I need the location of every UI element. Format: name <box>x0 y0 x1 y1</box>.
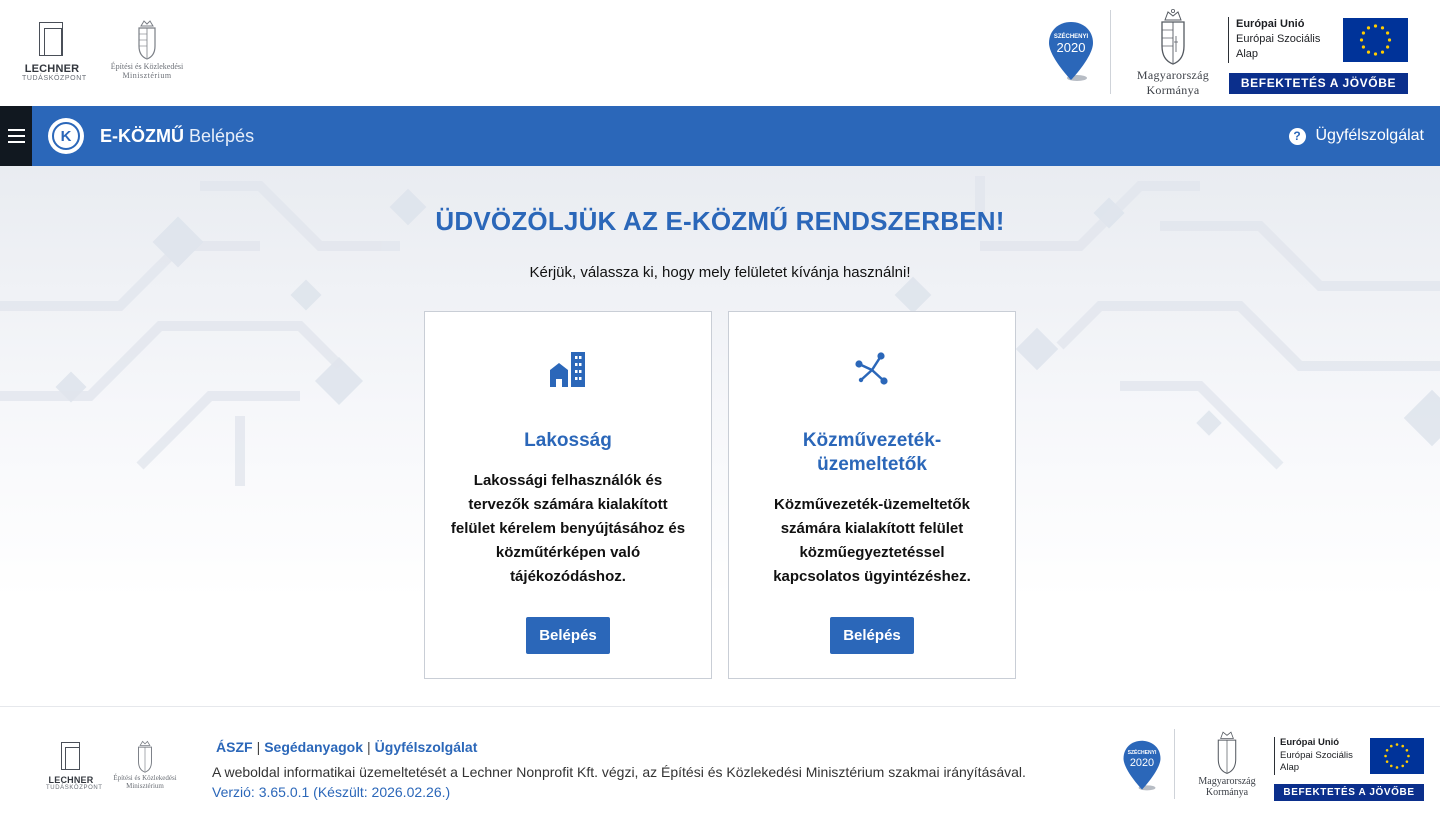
header-separator <box>1110 10 1111 94</box>
footer-eu-line1: Európai Unió <box>1280 737 1340 748</box>
footer-links: ÁSZF | Segédanyagok | Ügyfélszolgálat <box>216 739 478 755</box>
kozmuvezetek-login-button[interactable]: Belépés <box>830 617 914 654</box>
eu-line3: Alap <box>1236 48 1259 60</box>
footer-eu-line3: Alap <box>1280 762 1300 773</box>
brand-title[interactable]: E-KÖZMŰ Belépés <box>100 106 254 166</box>
main-content: ÜDVÖZÖLJÜK AZ E-KÖZMŰ RENDSZERBEN! Kérjü… <box>0 166 1440 706</box>
eu-flag-icon <box>1343 18 1408 62</box>
help-icon: ? <box>1288 127 1306 145</box>
footer-eu-slogan-bar: BEFEKTETÉS A JÖVŐBE <box>1274 784 1424 801</box>
card-description: Lakossági felhasználók és tervezők számá… <box>450 472 686 585</box>
footer-szechenyi-2020-logo[interactable]: SZÉCHENYI 2020 <box>1121 739 1163 793</box>
buildings-icon <box>550 352 585 387</box>
e-kozmu-logo[interactable]: K <box>48 118 84 154</box>
lechner-sub: TUDÁSKÖZPONT <box>22 75 87 82</box>
footer-eu-line2: Európai Szociális <box>1280 749 1353 761</box>
logo-header: LECHNER TUDÁSKÖZPONT Építési és Közleked… <box>0 0 1440 106</box>
footer-link-aszf[interactable]: ÁSZF <box>216 739 253 755</box>
hamburger-menu-icon[interactable] <box>0 106 32 166</box>
ministry-logo[interactable]: Építési és Közlekedési Minisztérium <box>100 18 194 80</box>
footer-lechner-name: LECHNER <box>48 775 94 785</box>
footer-government-line1: Magyarország <box>1198 776 1256 787</box>
ministry-line2: Minisztérium <box>122 71 172 80</box>
szechenyi-2020-logo[interactable]: SZÉCHENYI 2020 <box>1046 20 1096 84</box>
footer-link-ugyfelszolgalat[interactable]: Ügyfélszolgálat <box>375 739 478 755</box>
footer-version: Verzió: 3.65.0.1 (Készült: 2026.02.26.) <box>212 784 451 800</box>
ministry-line1: Építési és Közlekedési <box>110 62 184 71</box>
footer-government-line2: Kormánya <box>1205 787 1249 798</box>
network-icon <box>855 352 888 385</box>
government-line2: Kormánya <box>1146 83 1200 97</box>
szechenyi-year: 2020 <box>1057 40 1086 55</box>
government-line1: Magyarország <box>1136 68 1210 82</box>
support-link[interactable]: ? Ügyfélszolgálat <box>1288 106 1425 166</box>
top-navbar: K E-KÖZMŰ Belépés ? Ügyfélszolgálat <box>0 106 1440 166</box>
szechenyi-top: SZÉCHENYI <box>1054 32 1089 40</box>
footer-info: A weboldal informatikai üzemeltetését a … <box>212 764 1026 780</box>
footer-szechenyi-year: 2020 <box>1130 757 1154 769</box>
footer-link-segedanyagok[interactable]: Segédanyagok <box>264 739 363 755</box>
lechner-name: LECHNER <box>24 63 80 75</box>
circuit-background <box>0 176 1440 486</box>
brand-name: E-KÖZMŰ <box>100 126 184 146</box>
crest-icon <box>138 740 152 773</box>
page-subtitle: Kérjük, válassza ki, hogy mely felületet… <box>529 264 911 281</box>
crest-icon <box>138 20 156 60</box>
lakossag-login-button[interactable]: Belépés <box>526 617 610 654</box>
lechner-mark-icon <box>59 741 83 773</box>
eu-flag-icon <box>1370 738 1424 774</box>
page-footer: LECHNER TUDÁSKÖZPONT Építési és Közleked… <box>0 706 1440 820</box>
lechner-mark-icon <box>37 20 67 60</box>
card-title: Közművezeték-üzemeltetők <box>802 430 942 475</box>
footer-separator <box>1174 729 1175 799</box>
footer-lechner-logo[interactable]: LECHNER TUDÁSKÖZPONT <box>46 741 103 791</box>
eu-line1: Európai Unió <box>1236 18 1305 30</box>
footer-ministry-line1: Építési és Közlekedési <box>113 774 177 782</box>
footer-lechner-sub: TUDÁSKÖZPONT <box>46 785 103 791</box>
card-description: Közművezeték-üzemeltetők számára kialakí… <box>773 496 971 585</box>
hungary-crest-icon <box>1217 731 1237 774</box>
support-label: Ügyfélszolgálat <box>1315 127 1425 144</box>
eu-line2: Európai Szociális <box>1236 33 1321 45</box>
e-kozmu-logo-letter: K <box>52 122 80 150</box>
card-kozmuvezetek: Közművezeték-üzemeltetők Közművezeték-üz… <box>728 311 1016 679</box>
card-lakossag: Lakosság Lakossági felhasználók és terve… <box>424 311 712 679</box>
lechner-logo[interactable]: LECHNER TUDÁSKÖZPONT <box>22 20 87 82</box>
footer-ministry-line2: Minisztérium <box>126 782 164 790</box>
eu-slogan-bar: BEFEKTETÉS A JÖVŐBE <box>1229 73 1408 94</box>
hungary-crest-icon <box>1161 8 1185 65</box>
government-logo[interactable]: Magyarország Kormánya <box>1122 8 1224 98</box>
footer-ministry-logo[interactable]: Építési és Közlekedési Minisztérium <box>106 739 184 790</box>
footer-szechenyi-top: SZÉCHENYI <box>1128 748 1157 756</box>
eu-logo[interactable]: Európai Unió Európai Szociális Alap BEFE… <box>1228 17 1410 97</box>
card-title: Lakosság <box>524 430 612 451</box>
footer-eu-logo[interactable]: Európai Unió Európai Szociális Alap BEFE… <box>1274 737 1426 803</box>
page-title: ÜDVÖZÖLJÜK AZ E-KÖZMŰ RENDSZERBEN! <box>435 206 1005 236</box>
footer-government-logo[interactable]: Magyarország Kormánya <box>1182 729 1272 798</box>
brand-page: Belépés <box>189 126 255 146</box>
